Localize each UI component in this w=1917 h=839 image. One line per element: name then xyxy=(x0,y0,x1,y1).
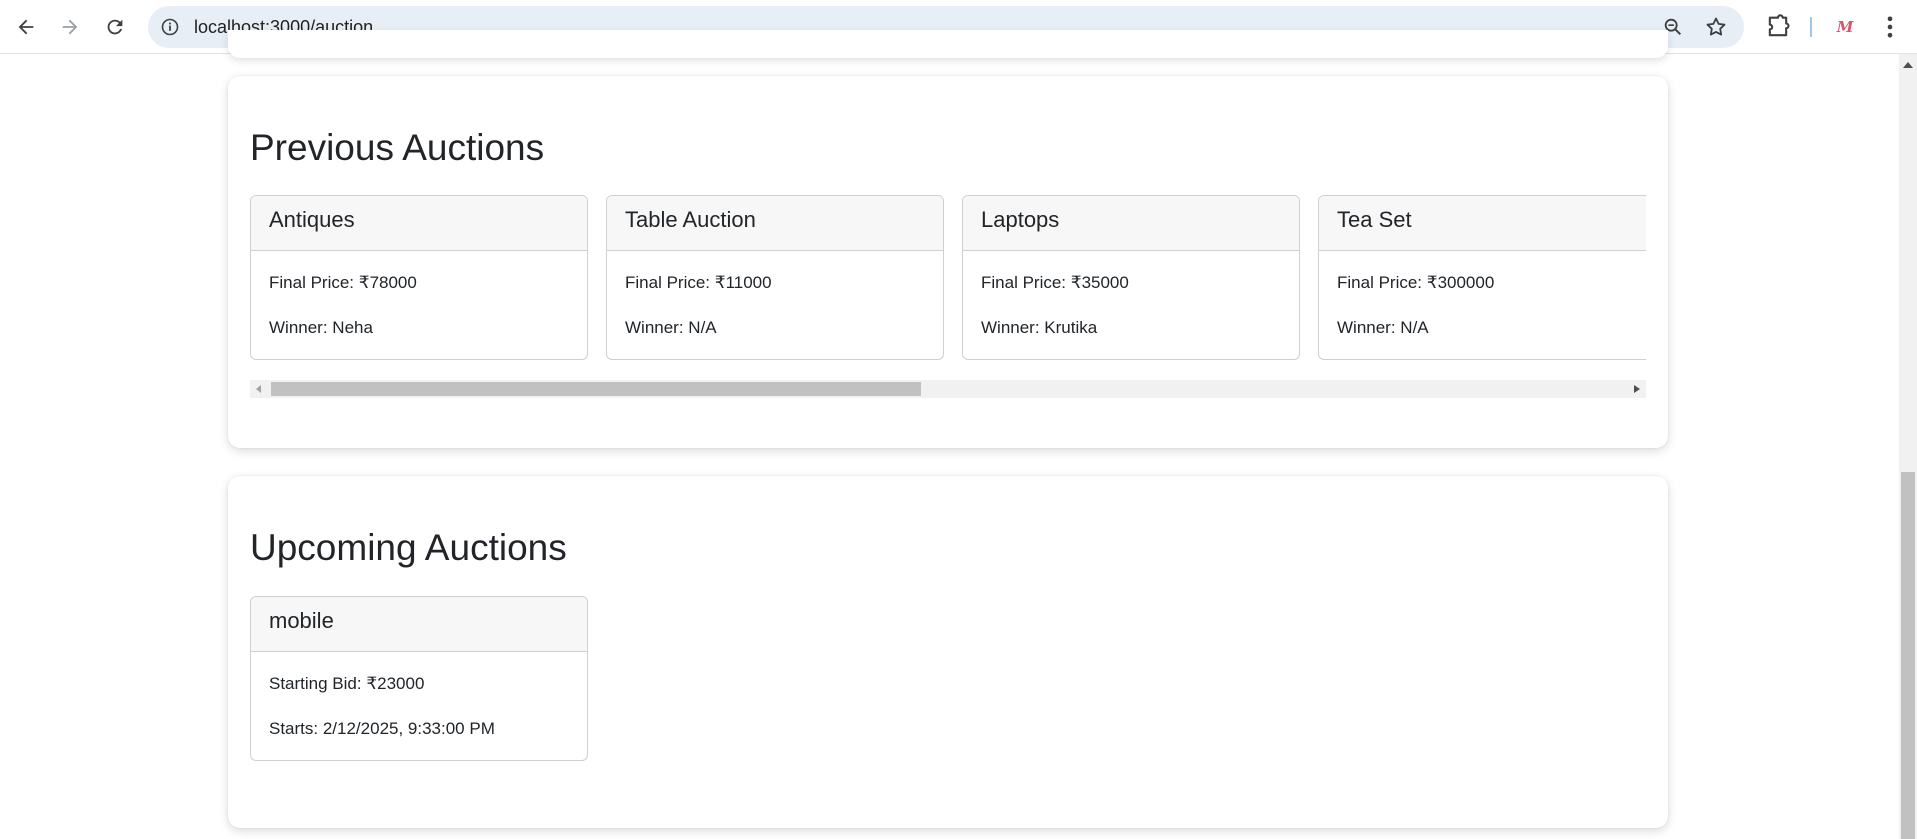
card-title: Laptops xyxy=(963,196,1299,251)
winner: Winner: Krutika xyxy=(981,318,1098,337)
final-price: Final Price: ₹35000 xyxy=(981,273,1129,292)
winner: Winner: Neha xyxy=(269,318,373,337)
extensions-puzzle-icon[interactable] xyxy=(1764,13,1792,41)
auction-card-antiques[interactable]: Antiques Final Price: ₹78000 Winner: Neh… xyxy=(250,195,588,360)
site-info-icon[interactable] xyxy=(160,17,180,37)
upcoming-auctions-panel: Upcoming Auctions mobile Starting Bid: ₹… xyxy=(228,476,1668,828)
final-price: Final Price: ₹300000 xyxy=(1337,273,1495,292)
scroll-right-arrow-icon[interactable] xyxy=(1634,385,1640,393)
previous-auctions-track: Antiques Final Price: ₹78000 Winner: Neh… xyxy=(250,195,1646,361)
scroll-up-arrow-icon[interactable] xyxy=(1903,62,1913,68)
profile-avatar-icon[interactable]: M xyxy=(1832,14,1858,40)
toolbar-separator xyxy=(1810,17,1812,37)
winner: Winner: N/A xyxy=(625,318,717,337)
auction-card-table-auction[interactable]: Table Auction Final Price: ₹11000 Winner… xyxy=(606,195,944,360)
final-price: Final Price: ₹11000 xyxy=(625,273,772,292)
card-title: Tea Set xyxy=(1319,196,1646,251)
arrow-left-icon xyxy=(18,19,34,35)
previous-auctions-heading: Previous Auctions xyxy=(250,127,545,168)
auction-card-laptops[interactable]: Laptops Final Price: ₹35000 Winner: Krut… xyxy=(962,195,1300,360)
final-price: Final Price: ₹78000 xyxy=(269,273,417,292)
upcoming-card-mobile[interactable]: mobile Starting Bid: ₹23000 Starts: 2/12… xyxy=(250,596,588,761)
card-title: Table Auction xyxy=(607,196,943,251)
winner: Winner: N/A xyxy=(1337,318,1429,337)
card-title: Antiques xyxy=(251,196,587,251)
forward-button[interactable] xyxy=(53,10,87,44)
reload-icon xyxy=(107,19,123,35)
scroll-left-arrow-icon[interactable] xyxy=(256,385,261,393)
starting-bid: Starting Bid: ₹23000 xyxy=(269,674,425,693)
page-scrollbar[interactable] xyxy=(1899,54,1917,839)
previous-auctions-scroller[interactable]: Antiques Final Price: ₹78000 Winner: Neh… xyxy=(250,195,1646,361)
horizontal-scrollbar[interactable] xyxy=(250,380,1646,398)
start-time: Starts: 2/12/2025, 9:33:00 PM xyxy=(269,719,495,738)
arrow-right-icon xyxy=(62,19,78,35)
previous-panel-edge xyxy=(228,30,1668,58)
back-button[interactable] xyxy=(9,10,43,44)
upcoming-auctions-heading: Upcoming Auctions xyxy=(250,527,567,568)
bookmark-star-icon[interactable] xyxy=(1704,15,1728,39)
horizontal-scroll-thumb[interactable] xyxy=(271,382,921,396)
auction-card-tea-set[interactable]: Tea Set Final Price: ₹300000 Winner: N/A xyxy=(1318,195,1646,360)
reload-button[interactable] xyxy=(98,10,132,44)
kebab-menu-icon[interactable] xyxy=(1876,13,1904,41)
previous-auctions-panel: Previous Auctions Antiques Final Price: … xyxy=(228,76,1668,448)
page-scroll-thumb[interactable] xyxy=(1901,472,1915,839)
card-title: mobile xyxy=(251,597,587,652)
